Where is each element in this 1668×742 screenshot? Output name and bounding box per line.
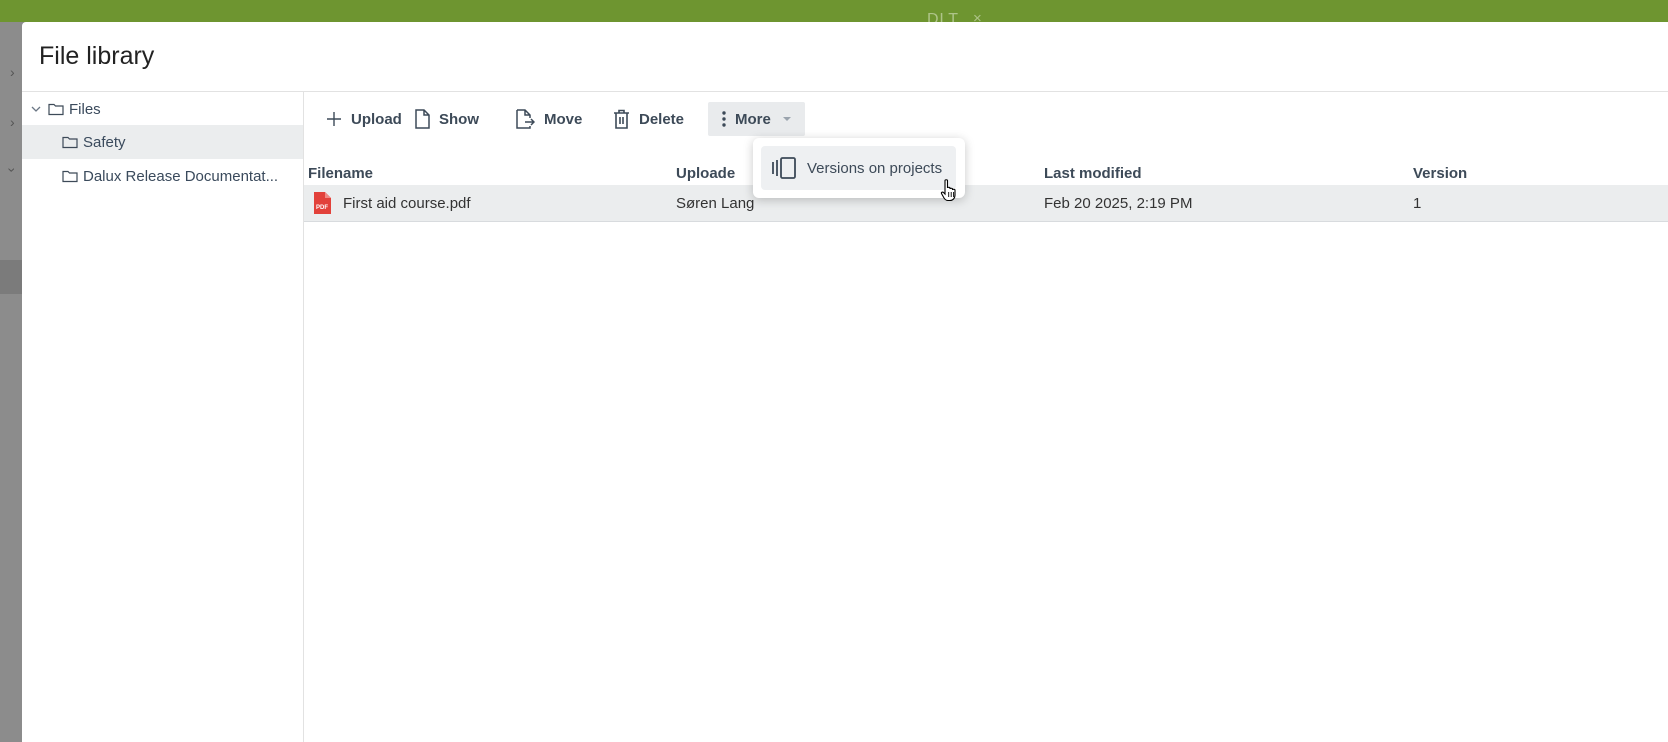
plus-icon — [327, 112, 341, 126]
tree-item-dalux-release[interactable]: Dalux Release Documentat... — [22, 159, 303, 193]
move-label: Move — [544, 110, 583, 128]
cell-uploader: Søren Lang — [676, 195, 755, 212]
tree-item-safety[interactable]: Safety — [22, 125, 303, 159]
caret-down-icon — [782, 117, 791, 121]
column-header-uploader[interactable]: Uploade — [676, 165, 735, 182]
chevron-right-icon[interactable]: › — [10, 114, 15, 130]
column-header-filename[interactable]: Filename — [308, 165, 373, 182]
pdf-icon: PDF — [314, 192, 331, 214]
upload-label: Upload — [351, 110, 402, 128]
cell-filename: First aid course.pdf — [343, 195, 471, 212]
svg-text:PDF: PDF — [316, 205, 328, 211]
cell-last-modified: Feb 20 2025, 2:19 PM — [1044, 195, 1193, 212]
table-row[interactable]: PDF First aid course.pdf Søren Lang Feb … — [304, 185, 1668, 222]
delete-label: Delete — [639, 110, 685, 128]
menu-item-versions-on-projects[interactable]: Versions on projects — [761, 146, 956, 190]
background-selected-item — [0, 260, 22, 294]
folder-icon — [62, 170, 78, 183]
hand-cursor-icon — [940, 179, 956, 202]
dialog-title: File library — [39, 42, 155, 70]
kebab-icon — [722, 111, 726, 127]
table-header: Filename Uploade Last modified Version — [304, 159, 1668, 185]
chevron-down-icon[interactable]: › — [4, 168, 20, 173]
more-button[interactable]: More — [708, 102, 805, 136]
move-button[interactable]: Move — [515, 102, 582, 136]
more-dropdown-menu: Versions on projects — [753, 138, 965, 198]
app-topbar: DLT × — [0, 0, 1668, 28]
background-sidebar: › › › — [0, 22, 22, 742]
show-button[interactable]: Show — [414, 102, 479, 136]
file-icon — [415, 109, 430, 129]
chevron-right-icon[interactable]: › — [10, 64, 15, 80]
upload-button[interactable]: Upload — [326, 102, 402, 136]
cell-version: 1 — [1413, 195, 1422, 212]
show-label: Show — [439, 110, 479, 128]
tree-item-label: Safety — [83, 133, 126, 151]
folder-tree: Files Safety Dalux Release Documentat... — [22, 92, 304, 742]
chevron-down-icon[interactable] — [30, 103, 42, 115]
more-label: More — [735, 110, 771, 128]
tree-item-label: Files — [69, 100, 101, 118]
menu-item-label: Versions on projects — [807, 159, 943, 177]
folder-icon — [62, 136, 78, 149]
tree-item-label: Dalux Release Documentat... — [83, 167, 279, 185]
file-library-dialog: File library Files Safety Dalux Release … — [22, 22, 1668, 742]
column-header-last-modified[interactable]: Last modified — [1044, 165, 1142, 182]
folder-icon — [48, 103, 64, 116]
file-move-icon — [516, 109, 535, 129]
versions-icon — [772, 157, 796, 179]
column-header-version[interactable]: Version — [1413, 165, 1467, 182]
tree-item-files[interactable]: Files — [22, 92, 303, 126]
delete-button[interactable]: Delete — [613, 102, 684, 136]
trash-icon — [614, 109, 629, 129]
